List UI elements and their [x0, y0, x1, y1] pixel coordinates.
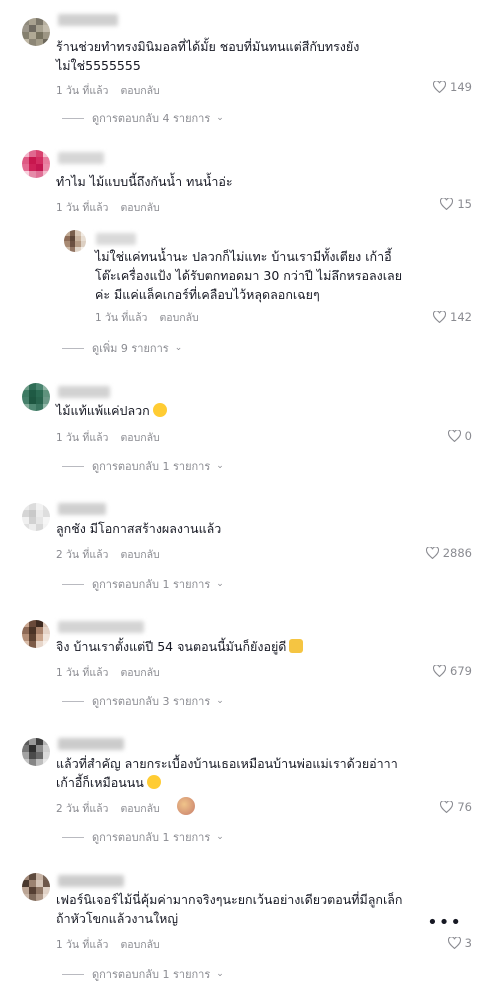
- heart-icon: [433, 665, 447, 677]
- avatar[interactable]: [22, 18, 50, 46]
- username-blurred[interactable]: [58, 738, 124, 750]
- heart-icon: [447, 430, 461, 442]
- view-replies-button[interactable]: ดูการตอบกลับ 4 รายการ ⌄: [62, 109, 224, 127]
- username-blurred[interactable]: [58, 14, 118, 26]
- like-button[interactable]: 142: [433, 310, 472, 324]
- timestamp: 2 วัน ที่แล้ว: [56, 803, 109, 815]
- laughing-emoji-icon: [152, 403, 167, 417]
- reply-button[interactable]: ตอบกลับ: [120, 939, 159, 951]
- reply-button[interactable]: ตอบกลับ: [120, 549, 159, 561]
- like-count: 2886: [442, 546, 472, 560]
- username-blurred[interactable]: [58, 621, 144, 633]
- avatar[interactable]: [22, 383, 50, 411]
- like-count: 76: [457, 800, 472, 814]
- comment-text: ร้านช่วยทำทรงมินิมอลที่ได้มั้ย ชอบที่มัน…: [56, 39, 360, 73]
- view-replies-button[interactable]: ดูการตอบกลับ 1 รายการ ⌄: [62, 575, 224, 593]
- like-button[interactable]: 149: [433, 80, 472, 94]
- like-count: 679: [450, 664, 472, 678]
- chevron-down-icon: ⌄: [216, 113, 224, 123]
- reply-username-blurred[interactable]: [96, 233, 136, 245]
- view-replies-button[interactable]: ดูการตอบกลับ 1 รายการ ⌄: [62, 457, 224, 475]
- avatar[interactable]: [22, 150, 50, 178]
- comment-meta: 1 วัน ที่แล้ว ตอบกลับ: [56, 936, 160, 953]
- reply-button[interactable]: ตอบกลับ: [120, 432, 159, 444]
- timestamp: 1 วัน ที่แล้ว: [56, 939, 109, 951]
- comment-text: ลูกชัง มีโอกาสสร้างผลงานแล้ว: [56, 521, 222, 536]
- comment-meta: 1 วัน ที่แล้ว ตอบกลับ: [56, 429, 160, 446]
- heart-icon: [425, 547, 439, 559]
- reply-text: ไม่ใช่แค่ทนน้ำนะ ปลวกก็ไม่แทะ บ้านเรามีท…: [95, 249, 403, 302]
- view-replies-button[interactable]: ดูการตอบกลับ 1 รายการ ⌄: [62, 828, 224, 846]
- timestamp: 1 วัน ที่แล้ว: [56, 432, 109, 444]
- like-button[interactable]: 2886: [425, 546, 472, 560]
- avatar[interactable]: [22, 738, 50, 766]
- view-more-replies-button[interactable]: ดูเพิ่ม 9 รายการ ⌄: [62, 339, 182, 357]
- reply-button[interactable]: ตอบกลับ: [159, 312, 198, 324]
- comment-text: ทำไม ไม้แบบนี้ถึงกันน้ำ ทนน้ำอ่ะ: [56, 174, 233, 189]
- comment-meta: 1 วัน ที่แล้ว ตอบกลับ: [56, 199, 160, 216]
- reply-button[interactable]: ตอบกลับ: [120, 667, 159, 679]
- reply-meta: 1 วัน ที่แล้ว ตอบกลับ: [95, 309, 199, 326]
- view-replies-button[interactable]: ดูการตอบกลับ 1 รายการ ⌄: [62, 965, 224, 983]
- chevron-down-icon: ⌄: [216, 579, 224, 589]
- heart-icon: [440, 198, 454, 210]
- comment-meta: 2 วัน ที่แล้ว ตอบกลับ: [56, 800, 160, 817]
- like-button[interactable]: 679: [433, 664, 472, 678]
- reply-button[interactable]: ตอบกลับ: [120, 202, 159, 214]
- timestamp: 1 วัน ที่แล้ว: [56, 85, 109, 97]
- chevron-down-icon: ⌄: [216, 696, 224, 706]
- like-count: 142: [450, 310, 472, 324]
- avatar[interactable]: [22, 620, 50, 648]
- timestamp: 1 วัน ที่แล้ว: [56, 667, 109, 679]
- comment-text: แล้วที่สำคัญ ลายกระเบื้องบ้านเธอเหมือนบ้…: [56, 756, 398, 790]
- timestamp: 1 วัน ที่แล้ว: [56, 202, 109, 214]
- like-count: 149: [450, 80, 472, 94]
- comment-meta: 2 วัน ที่แล้ว ตอบกลับ: [56, 546, 160, 563]
- heart-icon: [447, 937, 461, 949]
- more-options-icon[interactable]: •••: [427, 912, 462, 933]
- heart-icon: [433, 311, 447, 323]
- username-blurred[interactable]: [58, 386, 110, 398]
- reply-button[interactable]: ตอบกลับ: [120, 803, 159, 815]
- comment-meta: 1 วัน ที่แล้ว ตอบกลับ: [56, 664, 160, 681]
- heart-icon: [440, 801, 454, 813]
- like-button[interactable]: 0: [447, 429, 472, 443]
- comment-text: จิง บ้านเราตั้งแต่ปี 54 จนตอนนี้มันก็ยัง…: [56, 637, 456, 656]
- comment-text: ไม้แท้แพ้แค่ปลวก: [56, 401, 456, 420]
- reply-button[interactable]: ตอบกลับ: [120, 85, 159, 97]
- chevron-down-icon: ⌄: [216, 461, 224, 471]
- like-button[interactable]: 15: [440, 197, 472, 211]
- like-count: 0: [464, 429, 472, 443]
- avatar[interactable]: [22, 873, 50, 901]
- like-count: 15: [457, 197, 472, 211]
- timestamp: 2 วัน ที่แล้ว: [56, 549, 109, 561]
- chevron-down-icon: ⌄: [216, 832, 224, 842]
- thumbs-up-emoji-icon: [289, 639, 304, 653]
- username-blurred[interactable]: [58, 152, 104, 164]
- avatar[interactable]: [22, 503, 50, 531]
- reply-avatar[interactable]: [64, 230, 86, 252]
- view-replies-button[interactable]: ดูการตอบกลับ 3 รายการ ⌄: [62, 692, 224, 710]
- timestamp: 1 วัน ที่แล้ว: [95, 312, 148, 324]
- comment-meta: 1 วัน ที่แล้ว ตอบกลับ: [56, 82, 160, 99]
- like-button[interactable]: 76: [440, 800, 472, 814]
- heart-icon: [433, 81, 447, 93]
- like-count: 3: [464, 936, 472, 950]
- like-button[interactable]: 3: [447, 936, 472, 950]
- liked-by-creator-avatar-icon: [177, 797, 195, 815]
- username-blurred[interactable]: [58, 503, 106, 515]
- chevron-down-icon: ⌄: [216, 969, 224, 979]
- sweat-smile-emoji-icon: [146, 775, 161, 789]
- username-blurred[interactable]: [58, 875, 124, 887]
- chevron-down-icon: ⌄: [174, 343, 183, 353]
- comment-text: เฟอร์นิเจอร์ไม้นี่คุ้มค่ามากจริงๆนะยกเว้…: [56, 892, 403, 926]
